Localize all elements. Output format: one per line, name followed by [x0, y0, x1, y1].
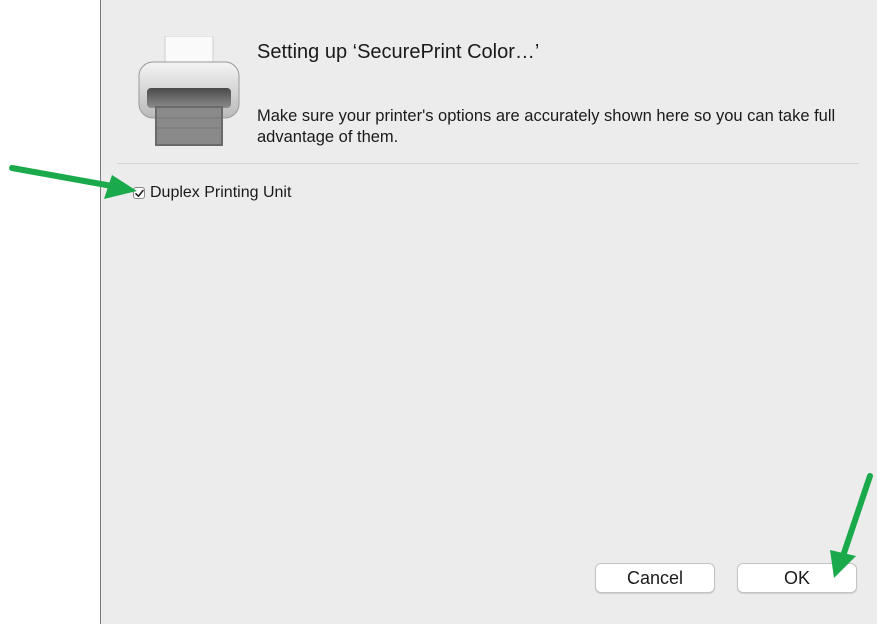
divider	[117, 163, 859, 164]
dialog-title: Setting up ‘SecurePrint Color…’	[257, 41, 540, 63]
duplex-option-label: Duplex Printing Unit	[150, 184, 292, 201]
printer-icon	[138, 36, 240, 146]
arrow-to-ok-button	[830, 473, 873, 578]
cancel-button[interactable]: Cancel	[595, 563, 715, 593]
duplex-option[interactable]: Duplex Printing Unit	[133, 184, 291, 202]
arrow-to-duplex-checkbox	[9, 165, 137, 199]
dialog-message: Make sure your printer's options are acc…	[257, 107, 836, 146]
printer-setup-dialog: Setting up ‘SecurePrint Color…’ Make sur…	[100, 0, 877, 624]
page: Setting up ‘SecurePrint Color…’ Make sur…	[0, 0, 877, 624]
